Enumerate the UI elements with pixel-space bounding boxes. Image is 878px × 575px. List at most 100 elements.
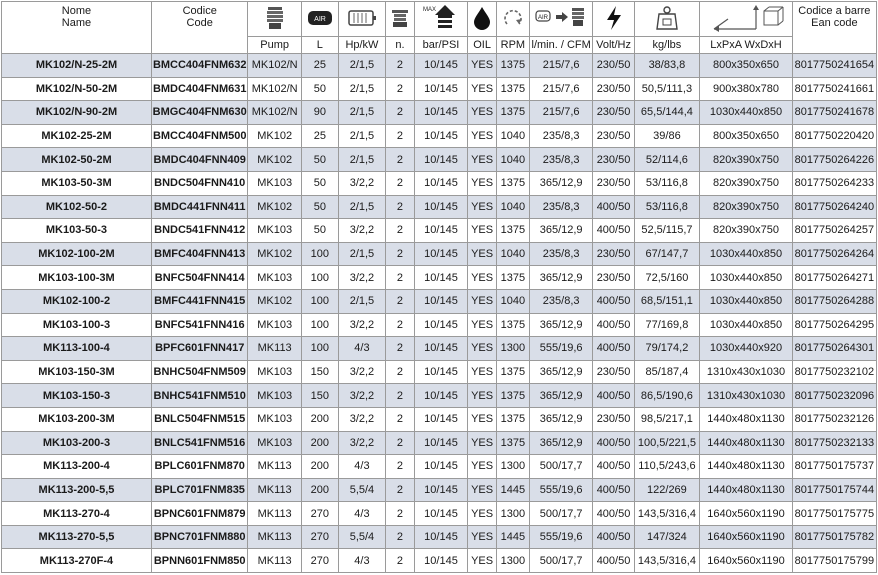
cell-dimensions: 1310x430x1030 (699, 383, 793, 408)
cell-max-pressure: 10/145 (413, 147, 469, 172)
cell-max-pressure: 10/145 (413, 454, 469, 479)
air-flow-icon: AIR (535, 7, 585, 26)
cell-model-name: MK113-100-4 (1, 336, 152, 361)
cell-model-name: MK113-270F-4 (1, 548, 152, 574)
cell-weight: 72,5/160 (633, 265, 701, 290)
table-row: MK103-200-3 BNLC541FNM516 MK103 200 3/2,2 2 10… (1, 430, 878, 456)
cell-oil-lubricated: YES (467, 218, 497, 243)
cell-voltage: 400/50 (592, 430, 635, 456)
cell-rpm: 1300 (495, 336, 530, 361)
sub-dimensions: LxPxA WxDxH (699, 36, 793, 54)
cell-weight: 50,5/111,3 (633, 76, 701, 102)
cell-max-pressure: 10/145 (413, 288, 469, 314)
cylinder-icon (391, 9, 408, 27)
cell-tank-liters: 25 (300, 53, 339, 78)
cell-rpm: 1300 (495, 454, 530, 479)
cell-rpm: 1375 (495, 359, 530, 385)
cell-weight: 53/116,8 (633, 194, 701, 220)
cell-product-code: BNHC504FNM509 (150, 359, 249, 385)
table-row: MK103-200-3M BNLC504FNM515 MK103 200 3/2,2 2 1… (1, 406, 878, 432)
cell-oil-lubricated: YES (467, 548, 497, 574)
cell-max-pressure: 10/145 (413, 53, 469, 78)
table-row: MK113-270-4 BPNC601FNM879 MK113 270 4/3 2 10/1… (1, 501, 878, 526)
cell-pump-model: MK102 (247, 123, 302, 149)
cell-ean-code: 8017750264264 (791, 241, 878, 267)
cell-product-code: BNLC504FNM515 (150, 406, 249, 432)
cell-tank-liters: 100 (300, 265, 339, 290)
cell-cylinders: 2 (385, 548, 415, 574)
table-row: MK102-50-2M BMDC404FNN409 MK102 50 2/1,5 2 10/… (1, 147, 878, 172)
table-row: MK102/N-50-2M BMDC404FNM631 MK102/N 50 2/1,5… (1, 76, 878, 102)
cell-pump-model: MK102/N (247, 100, 302, 125)
cell-product-code: BNHC541FNM510 (150, 383, 249, 408)
cell-tank-liters: 50 (300, 194, 339, 220)
cell-dimensions: 1030x440x850 (699, 288, 793, 314)
cell-product-code: BPLC601FNM870 (150, 454, 249, 479)
cell-motor-power: 3/2,2 (337, 218, 387, 243)
cell-dimensions: 1030x440x850 (699, 241, 793, 267)
header-dimensions-icon-cell (699, 1, 793, 37)
cell-rpm: 1445 (495, 524, 530, 550)
cell-model-name: MK103-100-3M (1, 265, 152, 290)
sub-liters: L (300, 36, 339, 54)
cell-max-pressure: 10/145 (413, 336, 469, 361)
cell-oil-lubricated: YES (467, 359, 497, 385)
cell-air-delivery: 215/7,6 (528, 100, 594, 125)
cell-weight: 52/114,6 (633, 147, 701, 172)
cell-voltage: 400/50 (592, 288, 635, 314)
cell-oil-lubricated: YES (467, 76, 497, 102)
cell-product-code: BPNC701FNM880 (150, 524, 249, 550)
cell-max-pressure: 10/145 (413, 524, 469, 550)
cell-tank-liters: 200 (300, 454, 339, 479)
cell-cylinders: 2 (385, 218, 415, 243)
cell-cylinders: 2 (385, 170, 415, 196)
cell-rpm: 1375 (495, 76, 530, 102)
cell-weight: 100,5/221,5 (633, 430, 701, 456)
cell-motor-power: 2/1,5 (337, 241, 387, 267)
cell-voltage: 400/50 (592, 454, 635, 479)
cell-ean-code: 8017750264257 (791, 218, 878, 243)
cell-rpm: 1375 (495, 53, 530, 78)
cell-model-name: MK102/N-90-2M (1, 100, 152, 125)
cell-rpm: 1375 (495, 383, 530, 408)
cell-model-name: MK103-200-3 (1, 430, 152, 456)
cell-motor-power: 2/1,5 (337, 288, 387, 314)
cell-dimensions: 1030x440x920 (699, 336, 793, 361)
cell-product-code: BNDC504FNN410 (150, 170, 249, 196)
header-code: Codice Code (150, 1, 249, 54)
cell-voltage: 400/50 (592, 477, 635, 503)
cell-motor-power: 2/1,5 (337, 123, 387, 149)
cell-tank-liters: 50 (300, 218, 339, 243)
cell-cylinders: 2 (385, 288, 415, 314)
cell-model-name: MK103-50-3 (1, 218, 152, 243)
cell-air-delivery: 365/12,9 (528, 218, 594, 243)
cell-ean-code: 8017750241678 (791, 100, 878, 125)
sub-rpm: RPM (495, 36, 530, 54)
cell-oil-lubricated: YES (467, 477, 497, 503)
cell-voltage: 400/50 (592, 218, 635, 243)
cell-air-delivery: 365/12,9 (528, 312, 594, 338)
table-row: MK102-25-2M BMCC404FNM500 MK102 25 2/1,5 2 10/… (1, 123, 878, 149)
sub-airflow: l/min. / CFM (528, 36, 594, 54)
header-code-it: Codice (182, 5, 217, 17)
cell-max-pressure: 10/145 (413, 430, 469, 456)
cell-motor-power: 2/1,5 (337, 194, 387, 220)
cell-oil-lubricated: YES (467, 312, 497, 338)
cell-dimensions: 1640x560x1190 (699, 524, 793, 550)
cell-weight: 53/116,8 (633, 170, 701, 196)
cell-motor-power: 2/1,5 (337, 76, 387, 102)
cell-motor-power: 2/1,5 (337, 53, 387, 78)
cell-air-delivery: 365/12,9 (528, 383, 594, 408)
cell-model-name: MK113-270-4 (1, 501, 152, 526)
cell-max-pressure: 10/145 (413, 265, 469, 290)
cell-ean-code: 8017750232133 (791, 430, 878, 456)
cell-rpm: 1040 (495, 288, 530, 314)
cell-oil-lubricated: YES (467, 454, 497, 479)
cell-model-name: MK113-270-5,5 (1, 524, 152, 550)
table-row: MK103-50-3 BNDC541FNN412 MK103 50 3/2,2 2 10/1… (1, 218, 878, 243)
cell-model-name: MK102/N-25-2M (1, 53, 152, 78)
cell-ean-code: 8017750264301 (791, 336, 878, 361)
cell-dimensions: 820x390x750 (699, 218, 793, 243)
table-row: MK113-200-4 BPLC601FNM870 MK113 200 4/3 2 10/1… (1, 454, 878, 479)
cell-voltage: 400/50 (592, 383, 635, 408)
